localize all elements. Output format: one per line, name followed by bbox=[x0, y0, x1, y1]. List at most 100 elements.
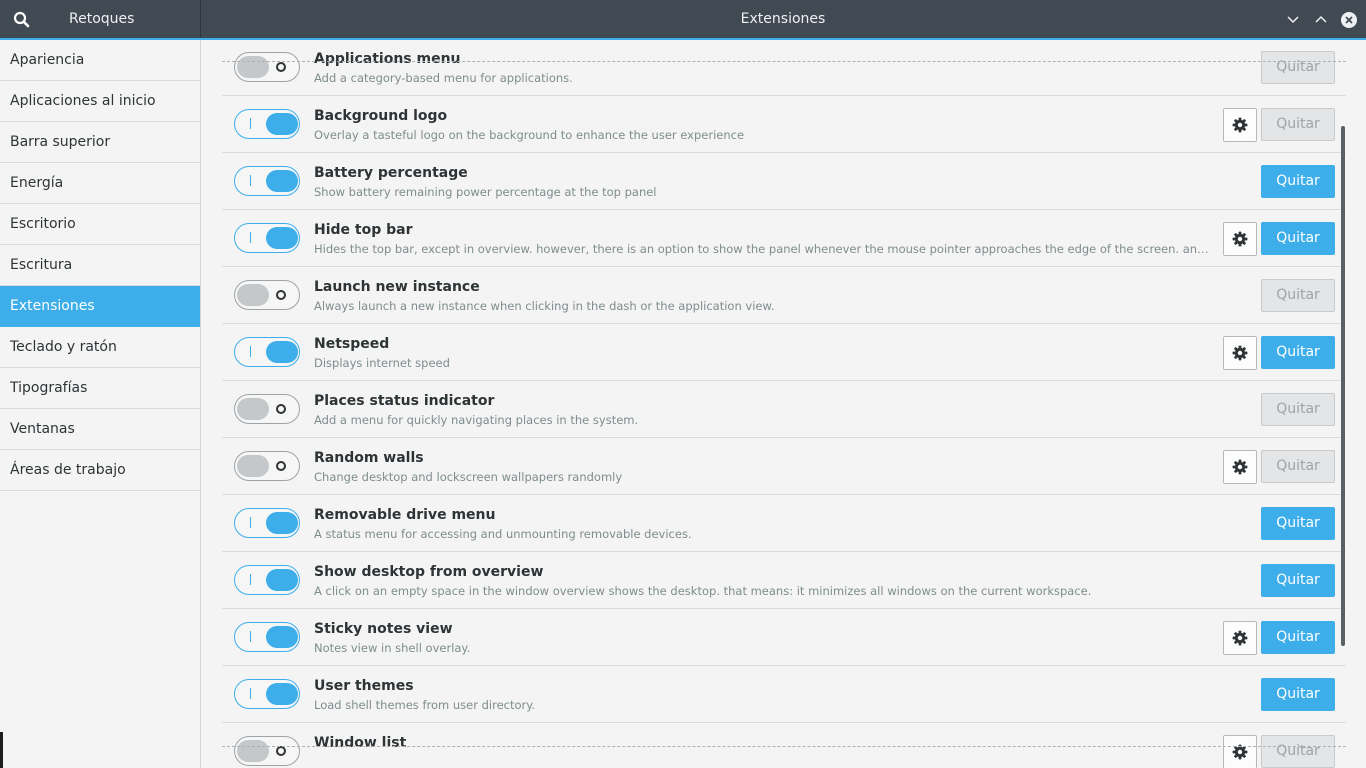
toggle-knob bbox=[237, 284, 269, 306]
extension-toggle[interactable] bbox=[234, 679, 300, 709]
toggle-knob bbox=[266, 683, 298, 705]
toggle-off-mark bbox=[276, 746, 286, 756]
sidebar-item-escritorio[interactable]: Escritorio bbox=[0, 204, 200, 245]
scroll-edge-bottom bbox=[222, 746, 1346, 747]
extension-row-launch-new-instance: Launch new instance Always launch a new i… bbox=[222, 267, 1346, 324]
extension-toggle[interactable] bbox=[234, 736, 300, 766]
chevron-down-icon bbox=[1287, 16, 1299, 24]
extension-toggle[interactable] bbox=[234, 166, 300, 196]
header-bar: Retoques Extensiones bbox=[0, 0, 1366, 40]
extension-toggle[interactable] bbox=[234, 565, 300, 595]
remove-extension-button[interactable]: Quitar bbox=[1261, 450, 1335, 483]
chevron-up-icon bbox=[1315, 15, 1327, 23]
toggle-on-mark bbox=[250, 688, 251, 699]
sidebar-item-aplicaciones-al-inicio[interactable]: Aplicaciones al inicio bbox=[0, 81, 200, 122]
scrollbar[interactable] bbox=[1341, 126, 1345, 646]
extension-toggle[interactable] bbox=[234, 394, 300, 424]
toggle-knob bbox=[266, 512, 298, 534]
sidebar-item-apariencia[interactable]: Apariencia bbox=[0, 40, 200, 81]
remove-extension-button[interactable]: Quitar bbox=[1261, 621, 1335, 654]
extension-row-sticky-notes-view: Sticky notes view Notes view in shell ove… bbox=[222, 609, 1346, 666]
toggle-knob bbox=[266, 626, 298, 648]
remove-extension-button[interactable]: Quitar bbox=[1261, 165, 1335, 198]
remove-extension-button[interactable]: Quitar bbox=[1261, 393, 1335, 426]
extension-toggle[interactable] bbox=[234, 109, 300, 139]
toggle-knob bbox=[237, 455, 269, 477]
toggle-off-mark bbox=[276, 461, 286, 471]
toggle-on-mark bbox=[250, 232, 251, 243]
extension-settings-button[interactable] bbox=[1223, 108, 1257, 142]
extension-description: Overlay a tasteful logo on the backgroun… bbox=[314, 128, 745, 142]
extension-settings-button[interactable] bbox=[1223, 336, 1257, 370]
extension-name: Netspeed bbox=[314, 336, 390, 352]
extension-toggle[interactable] bbox=[234, 337, 300, 367]
maximize-button[interactable] bbox=[1309, 8, 1333, 32]
sidebar-item-escritura[interactable]: Escritura bbox=[0, 245, 200, 286]
toggle-on-mark bbox=[250, 175, 251, 186]
extension-toggle[interactable] bbox=[234, 223, 300, 253]
remove-extension-button[interactable]: Quitar bbox=[1261, 735, 1335, 768]
extension-row-show-desktop-from-overview: Show desktop from overview A click on an … bbox=[222, 552, 1346, 609]
extension-toggle[interactable] bbox=[234, 508, 300, 538]
gear-icon bbox=[1232, 345, 1248, 361]
sidebar-item-barra-superior[interactable]: Barra superior bbox=[0, 122, 200, 163]
extension-name: Window list bbox=[314, 735, 407, 751]
extension-name: Removable drive menu bbox=[314, 507, 496, 523]
remove-extension-button[interactable]: Quitar bbox=[1261, 336, 1335, 369]
extension-description: Notes view in shell overlay. bbox=[314, 641, 471, 655]
extension-row-netspeed: Netspeed Displays internet speed Quitar bbox=[222, 324, 1346, 381]
toggle-knob bbox=[237, 56, 269, 78]
extension-name: Random walls bbox=[314, 450, 424, 466]
sidebar-item-areas-de-trabajo[interactable]: Áreas de trabajo bbox=[0, 450, 200, 491]
extension-row-random-walls: Random walls Change desktop and lockscree… bbox=[222, 438, 1346, 495]
extension-row-places-status-indicator: Places status indicator Add a menu for qu… bbox=[222, 381, 1346, 438]
extension-row-removable-drive-menu: Removable drive menu A status menu for ac… bbox=[222, 495, 1346, 552]
toggle-knob bbox=[266, 113, 298, 135]
toggle-on-mark bbox=[250, 631, 251, 642]
toggle-knob bbox=[266, 569, 298, 591]
remove-extension-button[interactable]: Quitar bbox=[1261, 678, 1335, 711]
extension-toggle[interactable] bbox=[234, 451, 300, 481]
sidebar-item-ventanas[interactable]: Ventanas bbox=[0, 409, 200, 450]
sidebar-item-teclado-y-raton[interactable]: Teclado y ratón bbox=[0, 327, 200, 368]
extension-description: Change desktop and lockscreen wallpapers… bbox=[314, 470, 623, 484]
minimize-button[interactable] bbox=[1281, 8, 1305, 32]
toggle-knob bbox=[237, 398, 269, 420]
app-title: Retoques bbox=[69, 11, 135, 27]
sidebar-item-extensiones[interactable]: Extensiones bbox=[0, 286, 200, 327]
sidebar-item-tipografias[interactable]: Tipografías bbox=[0, 368, 200, 409]
extension-description: Hides the top bar, except in overview. h… bbox=[314, 242, 1214, 256]
extension-row-user-themes: User themes Load shell themes from user d… bbox=[222, 666, 1346, 723]
remove-extension-button[interactable]: Quitar bbox=[1261, 51, 1335, 84]
extension-name: Launch new instance bbox=[314, 279, 480, 295]
sidebar-item-energia[interactable]: Energía bbox=[0, 163, 200, 204]
gear-icon bbox=[1232, 231, 1248, 247]
remove-extension-button[interactable]: Quitar bbox=[1261, 222, 1335, 255]
remove-extension-button[interactable]: Quitar bbox=[1261, 564, 1335, 597]
extension-settings-button[interactable] bbox=[1223, 222, 1257, 256]
extension-row-background-logo: Background logo Overlay a tasteful logo o… bbox=[222, 96, 1346, 153]
gear-icon bbox=[1232, 630, 1248, 646]
remove-extension-button[interactable]: Quitar bbox=[1261, 108, 1335, 141]
extension-name: Show desktop from overview bbox=[314, 564, 544, 580]
search-icon[interactable] bbox=[10, 8, 34, 32]
extension-toggle[interactable] bbox=[234, 52, 300, 82]
scroll-edge-top bbox=[222, 61, 1346, 62]
extension-settings-button[interactable] bbox=[1223, 735, 1257, 768]
remove-extension-button[interactable]: Quitar bbox=[1261, 507, 1335, 540]
extension-description: Displays internet speed bbox=[314, 356, 450, 370]
sidebar: Apariencia Aplicaciones al inicio Barra su… bbox=[0, 40, 201, 768]
extension-toggle[interactable] bbox=[234, 280, 300, 310]
close-button[interactable] bbox=[1337, 8, 1361, 32]
gear-icon bbox=[1232, 117, 1248, 133]
toggle-on-mark bbox=[250, 517, 251, 528]
window-title: Extensiones bbox=[740, 11, 826, 27]
extension-name: Background logo bbox=[314, 108, 448, 124]
remove-extension-button[interactable]: Quitar bbox=[1261, 279, 1335, 312]
extension-toggle[interactable] bbox=[234, 622, 300, 652]
extension-settings-button[interactable] bbox=[1223, 450, 1257, 484]
extension-name: Applications menu bbox=[314, 51, 461, 67]
extension-row-applications-menu: Applications menu Add a category-based me… bbox=[222, 40, 1346, 96]
extension-settings-button[interactable] bbox=[1223, 621, 1257, 655]
extension-row-hide-top-bar: Hide top bar Hides the top bar, except in… bbox=[222, 210, 1346, 267]
